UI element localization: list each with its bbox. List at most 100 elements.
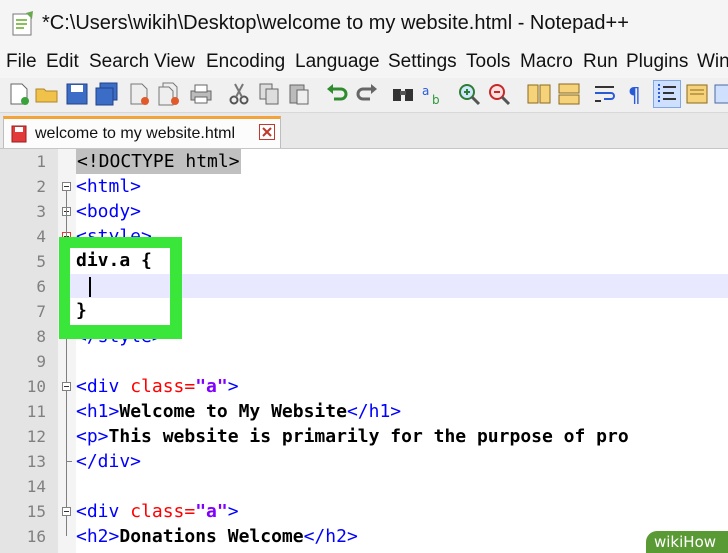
tab-label: welcome to my website.html bbox=[35, 125, 236, 142]
highlight-current-line bbox=[70, 274, 170, 298]
cut-button[interactable] bbox=[226, 81, 252, 107]
sync-vertical-icon bbox=[527, 84, 551, 104]
redo-button[interactable] bbox=[354, 81, 380, 107]
show-all-characters-button[interactable]: ¶ bbox=[622, 81, 648, 107]
line-number: 15 bbox=[26, 502, 46, 521]
save-all-button[interactable] bbox=[94, 81, 120, 107]
menu-language[interactable]: Language bbox=[295, 51, 380, 73]
copy-icon bbox=[259, 83, 279, 105]
unsaved-file-icon bbox=[11, 125, 27, 143]
line-code: </div> bbox=[76, 451, 142, 472]
code-line: 1 <!DOCTYPE html> bbox=[0, 149, 728, 174]
menu-bar: File Edit Search View Encoding Language … bbox=[0, 48, 728, 78]
find-button[interactable] bbox=[390, 81, 416, 107]
line-code: <h1>Welcome to My Website</h1> bbox=[76, 401, 402, 422]
menu-encoding[interactable]: Encoding bbox=[206, 51, 285, 73]
function-list-button[interactable] bbox=[712, 81, 728, 107]
line-number: 5 bbox=[36, 252, 46, 271]
line-code: <html> bbox=[76, 176, 142, 197]
word-wrap-button[interactable] bbox=[592, 81, 618, 107]
print-button[interactable] bbox=[188, 81, 214, 107]
undo-icon bbox=[327, 84, 348, 101]
text-caret bbox=[89, 277, 91, 297]
code-line: 2 <html> bbox=[0, 174, 728, 199]
code-line: 9 bbox=[0, 349, 728, 374]
code-line: 10 <div class="a"> bbox=[0, 374, 728, 399]
zoom-out-button[interactable] bbox=[486, 81, 512, 107]
code-line: 13 </div> bbox=[0, 449, 728, 474]
redo-icon bbox=[356, 84, 377, 101]
indent-guide-icon bbox=[658, 84, 676, 104]
document-map-button[interactable] bbox=[684, 81, 710, 107]
line-number: 11 bbox=[26, 402, 46, 421]
document-map-icon bbox=[686, 84, 708, 104]
close-tab-icon[interactable] bbox=[259, 124, 275, 140]
save-disk-icon bbox=[66, 83, 88, 105]
menu-tools[interactable]: Tools bbox=[466, 51, 510, 73]
title-bar: *C:\Users\wikih\Desktop\welcome to my we… bbox=[0, 0, 728, 48]
tab-welcome-to-my-website[interactable]: welcome to my website.html bbox=[3, 116, 281, 148]
line-number: 4 bbox=[36, 227, 46, 246]
menu-run[interactable]: Run bbox=[583, 51, 618, 73]
close-all-icon bbox=[158, 82, 179, 106]
line-number: 10 bbox=[26, 377, 46, 396]
new-file-button[interactable] bbox=[6, 81, 32, 107]
line-code: <div class="a"> bbox=[76, 501, 239, 522]
watermark-text: wikiHow bbox=[654, 533, 717, 551]
sync-horizontal-button[interactable] bbox=[556, 81, 582, 107]
menu-settings[interactable]: Settings bbox=[388, 51, 457, 73]
zoom-out-icon bbox=[489, 84, 511, 106]
svg-text:a: a bbox=[422, 84, 429, 98]
code-line: 3 <body> bbox=[0, 199, 728, 224]
notepadpp-app-icon bbox=[12, 11, 33, 36]
open-file-button[interactable] bbox=[34, 81, 60, 107]
save-button[interactable] bbox=[64, 81, 90, 107]
line-number: 9 bbox=[36, 352, 46, 371]
menu-window[interactable]: Win bbox=[697, 51, 728, 73]
new-file-icon bbox=[10, 83, 29, 105]
paste-button[interactable] bbox=[286, 81, 312, 107]
line-number: 12 bbox=[26, 427, 46, 446]
line-number: 7 bbox=[36, 302, 46, 321]
code-editor[interactable]: 1 <!DOCTYPE html> 2 <html> 3 <body> 4 <s… bbox=[0, 149, 728, 553]
save-all-icon bbox=[95, 82, 118, 106]
sync-vertical-button[interactable] bbox=[526, 81, 552, 107]
toolbar: ab ¶ bbox=[0, 78, 728, 113]
close-button[interactable] bbox=[126, 81, 152, 107]
replace-button[interactable]: ab bbox=[420, 81, 446, 107]
line-number: 6 bbox=[36, 277, 46, 296]
line-code: <body> bbox=[76, 201, 142, 222]
svg-text:b: b bbox=[432, 93, 440, 107]
code-line: 11 <h1>Welcome to My Website</h1> bbox=[0, 399, 728, 424]
menu-macro[interactable]: Macro bbox=[520, 51, 573, 73]
menu-edit[interactable]: Edit bbox=[46, 51, 79, 73]
close-all-button[interactable] bbox=[156, 81, 182, 107]
paste-icon bbox=[289, 84, 309, 105]
line-number: 2 bbox=[36, 177, 46, 196]
word-wrap-icon bbox=[595, 86, 615, 102]
zoom-in-button[interactable] bbox=[456, 81, 482, 107]
menu-view[interactable]: View bbox=[154, 51, 195, 73]
menu-file[interactable]: File bbox=[6, 51, 37, 73]
undo-button[interactable] bbox=[324, 81, 350, 107]
svg-text:¶: ¶ bbox=[628, 83, 641, 107]
menu-search[interactable]: Search bbox=[89, 51, 149, 73]
menu-plugins[interactable]: Plugins bbox=[626, 51, 688, 73]
scissors-icon bbox=[229, 83, 249, 105]
code-line: 12 <p>This website is primarily for the … bbox=[0, 424, 728, 449]
line-number: 1 bbox=[36, 152, 46, 171]
indent-guide-button[interactable] bbox=[653, 80, 681, 108]
line-number: 13 bbox=[26, 452, 46, 471]
window-title: *C:\Users\wikih\Desktop\welcome to my we… bbox=[42, 12, 629, 34]
binoculars-icon bbox=[393, 89, 413, 101]
line-number: 8 bbox=[36, 327, 46, 346]
line-code: <h2>Donations Welcome</h2> bbox=[76, 526, 358, 547]
code-line: 16 <h2>Donations Welcome</h2> bbox=[0, 524, 728, 549]
printer-icon bbox=[190, 84, 212, 104]
line-number: 16 bbox=[26, 527, 46, 546]
line-code: <p>This website is primarily for the pur… bbox=[76, 426, 629, 447]
line-number: 3 bbox=[36, 202, 46, 221]
copy-button[interactable] bbox=[256, 81, 282, 107]
css-selector-line: div.a { bbox=[76, 250, 152, 271]
open-folder-icon bbox=[35, 88, 58, 103]
